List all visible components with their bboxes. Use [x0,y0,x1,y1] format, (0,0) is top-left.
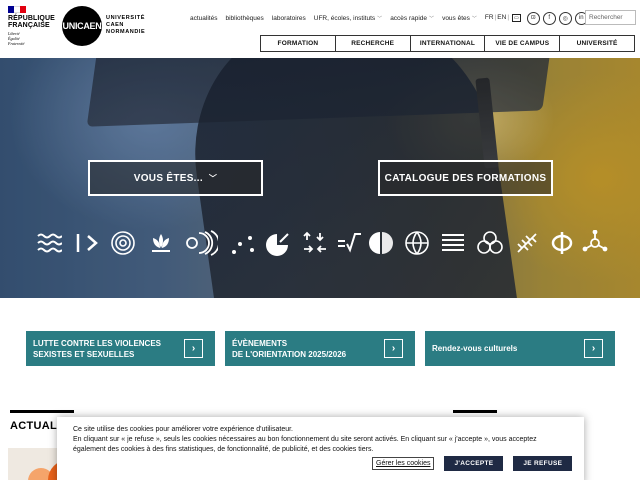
mainnav-vie-de-campus[interactable]: VIE DE CAMPUS [485,36,561,51]
topnav-acces-rapide[interactable]: accès rapide ﹀ [390,15,434,22]
unicaen-logo-text: UNICAEN [62,21,102,31]
quick-link-orientation[interactable]: ÉVÈNEMENTS DE L'ORIENTATION 2025/2026 › [225,331,415,366]
triple-circles-icon [477,231,503,254]
waves-icon [37,233,62,253]
chevron-down-icon: ﹀ [208,173,218,183]
site-header: RÉPUBLIQUE FRANÇAISE Liberté Égalité Fra… [0,0,640,58]
manage-cookies-button[interactable]: Gérer les cookies [372,457,435,470]
chevron-right-icon: › [384,339,403,358]
main-nav: FORMATION RECHERCHE INTERNATIONAL VIE DE… [260,35,635,52]
mainnav-formation[interactable]: FORMATION [261,36,336,51]
topnav-vous-etes[interactable]: vous êtes ﹀ [442,15,477,22]
republique-francaise-logo[interactable]: RÉPUBLIQUE FRANÇAISE Liberté Égalité Fra… [8,6,55,50]
rf-motto-3: Fraternité [8,41,25,46]
topnav-label: actualités [190,14,218,22]
topnav-label: laboratoires [271,14,306,22]
chevron-right-icon: › [184,339,203,358]
cookie-text-line1: Ce site utilise des cookies pour amélior… [73,426,294,433]
chevron-down-icon: ﹀ [471,15,477,22]
target-circles-icon [111,231,135,255]
arrows-grid-icon [303,231,326,253]
topnav-label: vous êtes [442,14,470,22]
falc-icon[interactable]: ▭ [512,14,521,22]
rf-title-line1: RÉPUBLIQUE [8,15,55,22]
phi-icon [551,232,573,254]
catalogue-formations-button[interactable]: CATALOGUE DES FORMATIONS [378,160,553,196]
language-switcher: FR|EN| ▭ [484,14,521,22]
top-utility-nav: actualités bibliothèques laboratoires UF… [190,11,608,25]
topnav-bibliotheques[interactable]: bibliothèques [225,15,263,22]
lotus-icon [152,234,170,252]
vous-etes-button[interactable]: VOUS ÊTES... ﹀ [88,160,263,196]
equals-root-icon [338,233,361,253]
pie-burst-icon [266,233,289,256]
topnav-ufr[interactable]: UFR, écoles, instituts ﹀ [314,15,382,22]
unicaen-logo[interactable]: UNICAEN [62,6,102,46]
topnav-label: UFR, écoles, instituts [313,14,376,22]
topnav-laboratoires[interactable]: laboratoires [272,15,306,22]
lang-fr[interactable]: FR [485,14,494,21]
catalogue-label: CATALOGUE DES FORMATIONS [384,172,547,184]
topnav-label: bibliothèques [225,14,264,22]
branch-sprout-icon [517,233,537,253]
mainnav-recherche[interactable]: RECHERCHE [336,36,411,51]
quick-link-violences[interactable]: LUTTE CONTRE LES VIOLENCES SEXISTES ET S… [26,331,215,366]
unicaen-text-2: CAEN [106,22,124,28]
facebook-icon[interactable]: f [542,11,556,25]
dot-grid-icon [442,234,464,251]
chevron-down-icon: ﹀ [377,15,383,22]
vous-etes-label: VOUS ÊTES... [133,172,203,184]
cookie-banner: Ce site utilise des cookies pour amélior… [57,417,584,480]
cookie-actions: Gérer les cookies J'ACCEPTE JE REFUSE [372,456,573,471]
discipline-symbols [36,230,608,262]
chevron-right-icon: › [584,339,603,358]
unicaen-text-3: NORMANDIE [106,29,146,35]
code-slash-icon [76,234,98,252]
hero-banner: VOUS ÊTES... ﹀ CATALOGUE DES FORMATIONS [0,58,640,298]
cookie-text-line2: En cliquant sur « je refuse », seuls les… [73,436,537,453]
lang-en[interactable]: EN [497,14,506,21]
unicaen-text-1: UNIVERSITÉ [106,15,146,21]
sound-waves-icon [186,230,218,256]
instagram-icon[interactable]: ◎ [558,11,572,25]
accept-cookies-button[interactable]: J'ACCEPTE [444,456,504,471]
molecule-icon [582,230,608,252]
search-input[interactable]: Rechercher [585,10,636,25]
topnav-actualites[interactable]: actualités [190,15,217,22]
mainnav-universite[interactable]: UNIVERSITÉ [560,36,634,51]
striped-globe-icon [405,231,429,255]
chevron-down-icon: ﹀ [429,15,435,22]
refuse-cookies-button[interactable]: JE REFUSE [513,456,573,471]
bluesky-icon[interactable]: ϖ [526,11,540,25]
unicaen-wordmark: UNIVERSITÉ CAEN NORMANDIE [106,15,145,36]
french-flag-icon [8,6,26,13]
half-circles-icon [369,232,393,254]
quick-links: LUTTE CONTRE LES VIOLENCES SEXISTES ET S… [26,331,616,366]
topnav-label: accès rapide [390,14,428,22]
quick-link-culturels[interactable]: Rendez-vous culturels › [425,331,615,366]
rf-title-line2: FRANÇAISE [8,22,50,29]
rf-motto: Liberté Égalité Fraternité [8,31,52,46]
dots-arc-icon [232,236,254,254]
mainnav-international[interactable]: INTERNATIONAL [411,36,486,51]
